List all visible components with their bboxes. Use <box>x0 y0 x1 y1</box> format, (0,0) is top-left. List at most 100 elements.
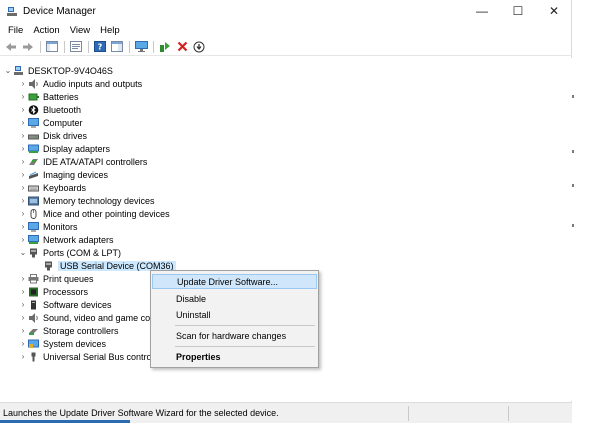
memory-device-icon <box>28 196 39 206</box>
tree-item-disk-drives[interactable]: › Disk drives <box>18 129 87 142</box>
chevron-right-icon[interactable]: › <box>18 103 28 116</box>
tree-item-processors[interactable]: › Processors <box>18 285 88 298</box>
printer-icon <box>28 273 39 284</box>
context-properties[interactable]: Properties <box>152 349 317 364</box>
system-device-icon <box>28 339 39 349</box>
tree-item-sound-video[interactable]: › Sound, video and game co <box>18 311 150 324</box>
keyboard-icon <box>28 183 39 193</box>
tree-item-system-devices[interactable]: › System devices <box>18 337 106 350</box>
tree-root[interactable]: ⌄ DESKTOP-9V4O46S <box>3 64 113 77</box>
tree-root-label: DESKTOP-9V4O46S <box>28 65 113 76</box>
chevron-right-icon[interactable]: › <box>18 129 28 142</box>
tree-item-memory-technology[interactable]: › Memory technology devices <box>18 194 155 207</box>
chevron-right-icon[interactable]: › <box>18 155 28 168</box>
toolbar-separator <box>129 40 130 53</box>
download-icon[interactable] <box>192 40 206 53</box>
show-hide-console-tree-icon[interactable] <box>45 40 59 53</box>
chevron-right-icon[interactable]: › <box>18 181 28 194</box>
scanner-icon <box>28 170 39 180</box>
speaker-icon <box>28 78 39 89</box>
background-window-edge <box>572 0 600 423</box>
status-text: Launches the Update Driver Software Wiza… <box>3 408 279 418</box>
usb-icon <box>28 352 39 362</box>
tree-item-display-adapters[interactable]: › Display adapters <box>18 142 110 155</box>
context-uninstall[interactable]: Uninstall <box>152 307 317 322</box>
tree-item-print-queues[interactable]: › Print queues <box>18 272 94 285</box>
close-button[interactable]: ✕ <box>536 0 572 22</box>
tree-item-monitors[interactable]: › Monitors <box>18 220 78 233</box>
chevron-right-icon[interactable]: › <box>18 207 28 220</box>
tree-item-batteries[interactable]: › Batteries <box>18 90 79 103</box>
disk-drive-icon <box>28 131 39 141</box>
toolbar-separator <box>88 40 89 53</box>
chevron-right-icon[interactable]: › <box>18 220 28 233</box>
chevron-right-icon[interactable]: › <box>18 337 28 350</box>
chevron-right-icon[interactable]: › <box>18 233 28 246</box>
uninstall-icon[interactable] <box>175 40 189 53</box>
svg-text:?: ? <box>98 43 103 52</box>
menu-bar: File Action View Help <box>0 23 125 37</box>
monitor-icon[interactable] <box>134 40 148 53</box>
context-separator <box>175 325 315 326</box>
context-scan-hardware[interactable]: Scan for hardware changes <box>152 328 317 343</box>
forward-icon[interactable] <box>21 40 35 53</box>
context-separator <box>175 346 315 347</box>
chevron-right-icon[interactable]: › <box>18 194 28 207</box>
context-disable[interactable]: Disable <box>152 291 317 306</box>
chevron-right-icon[interactable]: › <box>18 285 28 298</box>
action-pane-icon[interactable] <box>110 40 124 53</box>
menu-view[interactable]: View <box>65 25 95 36</box>
tree-item-usb-controllers[interactable]: › Universal Serial Bus contro <box>18 350 152 363</box>
processor-icon <box>28 287 39 297</box>
context-update-driver[interactable]: Update Driver Software... <box>152 274 317 289</box>
chevron-right-icon[interactable]: › <box>18 298 28 311</box>
computer-icon <box>13 65 24 76</box>
status-panel-divider <box>508 406 509 421</box>
chevron-right-icon[interactable]: › <box>18 77 28 90</box>
context-menu: Update Driver Software... Disable Uninst… <box>150 270 319 368</box>
maximize-button[interactable]: ☐ <box>500 0 536 22</box>
chevron-right-icon[interactable]: › <box>18 90 28 103</box>
chevron-right-icon[interactable]: › <box>18 311 28 324</box>
update-driver-icon[interactable] <box>158 40 172 53</box>
tree-item-storage-controllers[interactable]: › Storage controllers <box>18 324 119 337</box>
tree-item-ide-controllers[interactable]: › IDE ATA/ATAPI controllers <box>18 155 148 168</box>
back-icon[interactable] <box>4 40 18 53</box>
software-device-icon <box>28 300 39 310</box>
tree-item-ports[interactable]: ⌄ Ports (COM & LPT) <box>18 246 121 259</box>
tree-item-software-devices[interactable]: › Software devices <box>18 298 112 311</box>
mouse-icon <box>28 208 39 219</box>
tree-item-imaging-devices[interactable]: › Imaging devices <box>18 168 108 181</box>
bluetooth-icon <box>28 104 39 115</box>
chevron-right-icon[interactable]: › <box>18 272 28 285</box>
tree-item-keyboards[interactable]: › Keyboards <box>18 181 86 194</box>
monitor-icon <box>28 221 39 232</box>
chevron-down-icon[interactable]: ⌄ <box>3 64 13 77</box>
tree-item-computer[interactable]: › Computer <box>18 116 83 129</box>
speaker-icon <box>28 312 39 323</box>
display-adapter-icon <box>28 144 39 154</box>
tree-item-audio[interactable]: › Audio inputs and outputs <box>18 77 142 90</box>
chevron-right-icon[interactable]: › <box>18 324 28 337</box>
help-icon[interactable]: ? <box>93 40 107 53</box>
chevron-down-icon[interactable]: ⌄ <box>18 246 28 259</box>
tree-item-mice[interactable]: › Mice and other pointing devices <box>18 207 170 220</box>
properties-icon[interactable] <box>69 40 83 53</box>
toolbar: ? <box>0 38 572 56</box>
ide-controller-icon <box>28 157 39 167</box>
tree-item-network-adapters[interactable]: › Network adapters <box>18 233 114 246</box>
device-manager-window: Device Manager — ☐ ✕ File Action View He… <box>0 0 572 423</box>
minimize-button[interactable]: — <box>464 0 500 22</box>
tree-item-bluetooth[interactable]: › Bluetooth <box>18 103 81 116</box>
chevron-right-icon[interactable]: › <box>18 350 28 363</box>
menu-help[interactable]: Help <box>95 25 125 36</box>
menu-file[interactable]: File <box>3 25 28 36</box>
chevron-right-icon[interactable]: › <box>18 116 28 129</box>
chevron-right-icon[interactable]: › <box>18 142 28 155</box>
network-adapter-icon <box>28 234 39 245</box>
menu-action[interactable]: Action <box>28 25 64 36</box>
storage-controller-icon <box>28 326 39 336</box>
chevron-right-icon[interactable]: › <box>18 168 28 181</box>
title-bar[interactable]: Device Manager — ☐ ✕ <box>0 0 572 22</box>
port-icon <box>28 248 39 258</box>
